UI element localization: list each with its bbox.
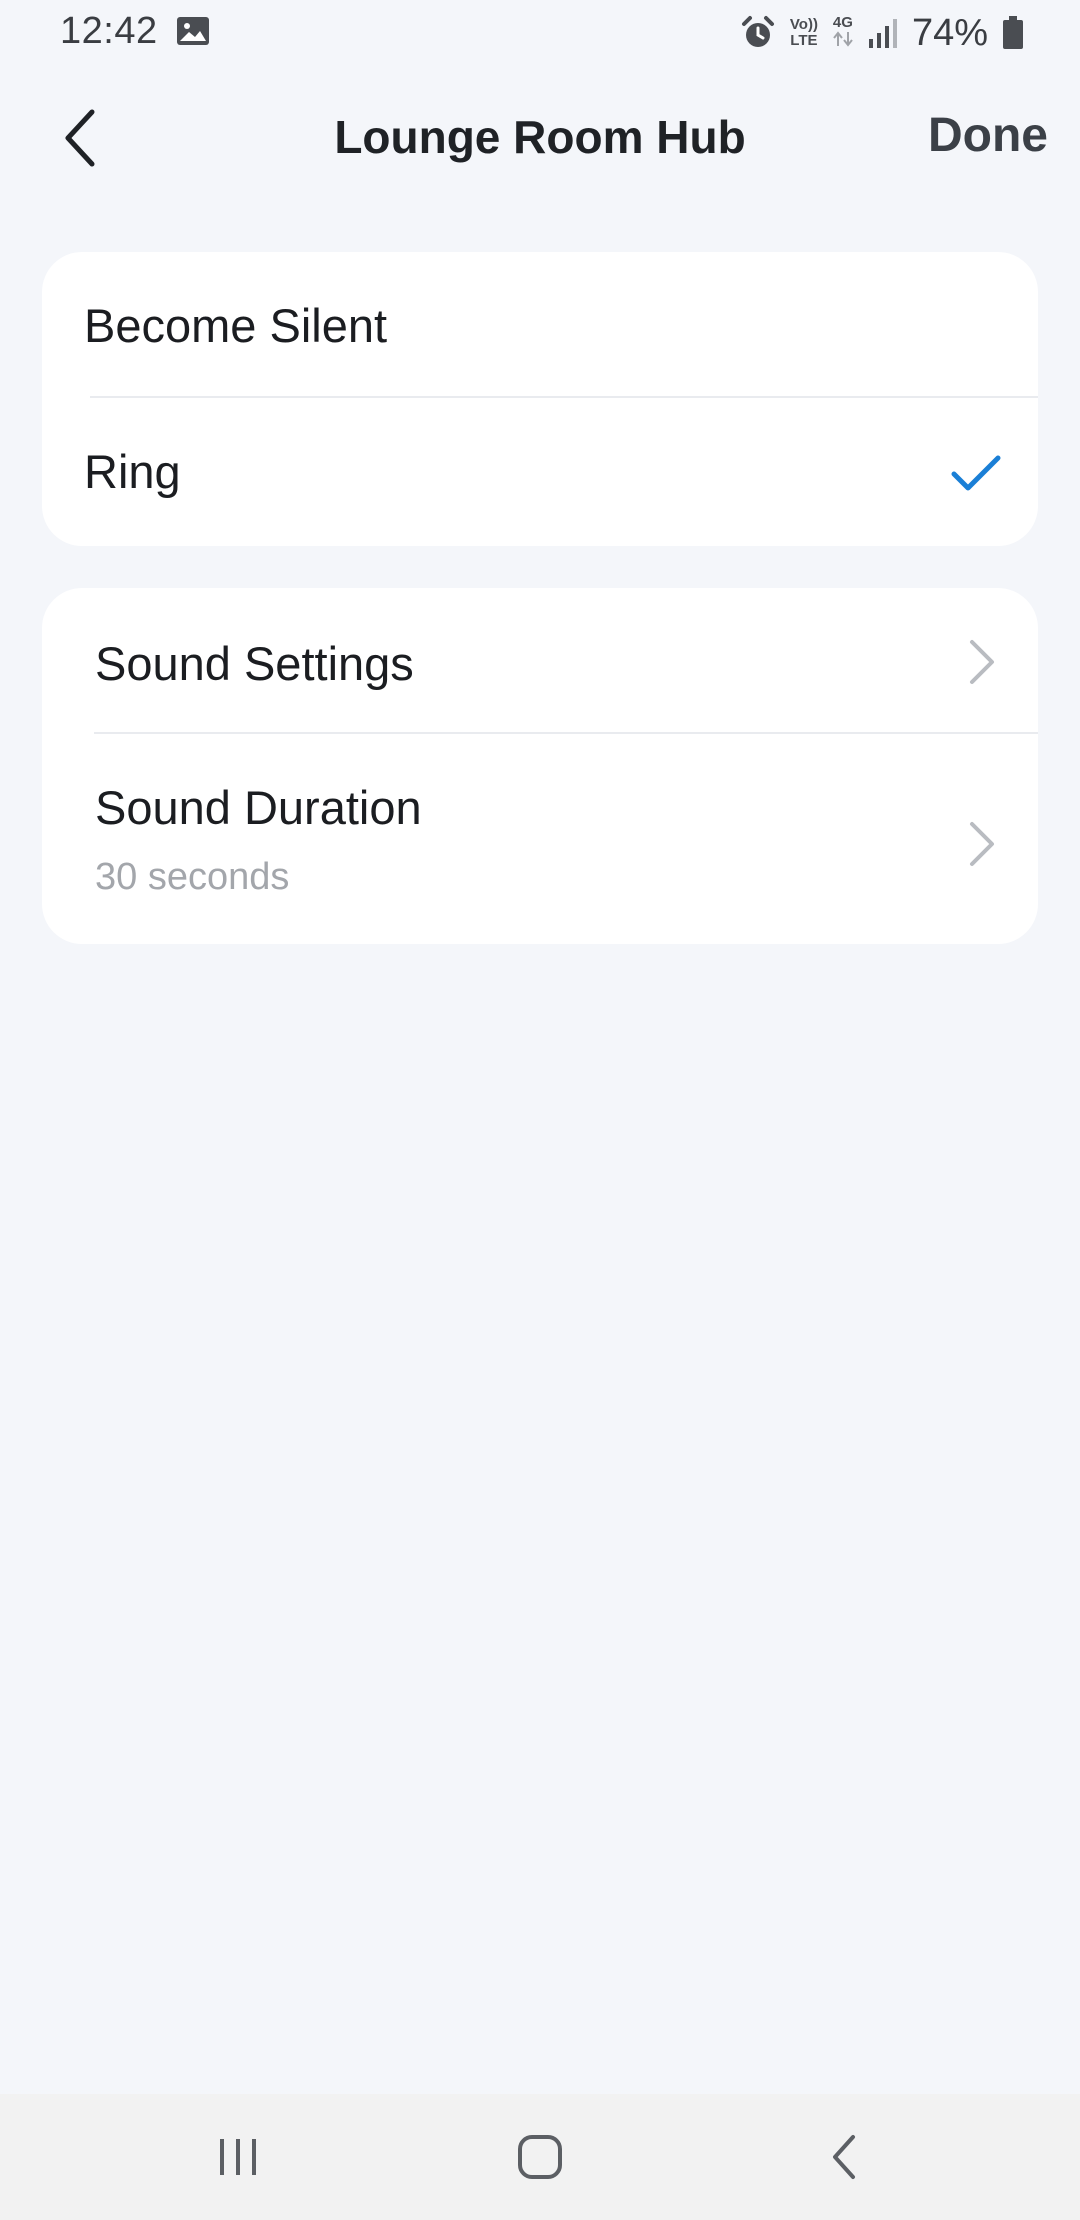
sound-settings-label: Sound Settings	[95, 637, 414, 690]
network-indicator: 4G	[832, 15, 854, 51]
status-icons: Vo)) LTE 4G 74%	[740, 8, 1024, 58]
home-icon	[518, 2135, 562, 2179]
signal-icon	[868, 19, 897, 48]
option-become-silent[interactable]: Become Silent	[42, 252, 1038, 398]
image-icon	[177, 17, 209, 45]
sound-duration-item[interactable]: Sound Duration 30 seconds	[42, 734, 1038, 944]
sound-duration-label: Sound Duration	[95, 781, 422, 834]
option-label: Ring	[84, 445, 181, 498]
navigation-bar	[0, 2094, 1080, 2220]
alarm-icon	[741, 16, 774, 47]
header: Lounge Room Hub Done	[0, 80, 1080, 196]
home-button[interactable]	[500, 2122, 580, 2192]
checkmark-icon	[951, 455, 1001, 491]
sound-duration-value: 30 seconds	[95, 856, 290, 898]
back-icon	[833, 2135, 855, 2179]
battery-icon	[1003, 16, 1023, 49]
chevron-right-icon	[970, 822, 994, 866]
volte-top: Vo))	[789, 16, 818, 33]
done-button[interactable]: Done	[928, 108, 1048, 163]
sound-settings-card: Sound Settings Sound Duration 30 seconds	[42, 588, 1038, 944]
option-ring[interactable]: Ring	[42, 398, 1038, 546]
recents-icon	[220, 2139, 256, 2175]
nav-back-button[interactable]	[804, 2122, 884, 2192]
status-time: 12:42	[60, 10, 158, 52]
data-arrows-icon	[833, 31, 853, 47]
sound-settings-item[interactable]: Sound Settings	[42, 588, 1038, 734]
screen: 12:42 Vo)) LTE 4G 74% Lounge Room Hub Do…	[0, 0, 1080, 2220]
mode-options-card: Become Silent Ring	[42, 252, 1038, 546]
option-label: Become Silent	[84, 299, 388, 352]
status-bar: 12:42 Vo)) LTE 4G 74%	[0, 0, 1080, 66]
network-type: 4G	[832, 14, 853, 31]
volte-bottom: LTE	[790, 32, 818, 49]
chevron-right-icon	[970, 640, 994, 684]
page-title: Lounge Room Hub	[334, 111, 746, 163]
volte-indicator: Vo)) LTE	[790, 17, 818, 49]
battery-percent: 74%	[911, 11, 988, 54]
recents-button[interactable]	[198, 2122, 278, 2192]
